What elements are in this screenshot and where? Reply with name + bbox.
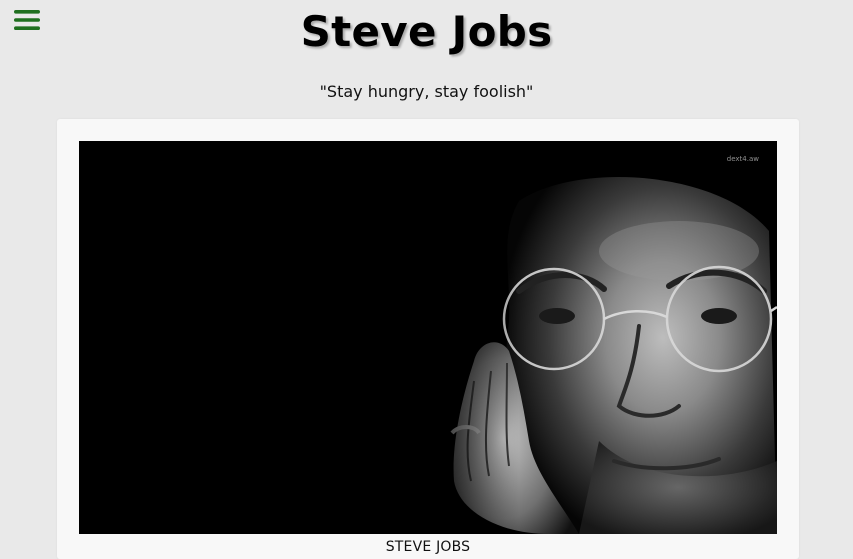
image-watermark: dext4.aw (726, 155, 759, 163)
page-title: Steve Jobs (300, 7, 553, 56)
image-card: dext4.aw STEVE JOBS (57, 119, 799, 559)
portrait-illustration (79, 141, 777, 534)
page: { "header": { "menu_icon": "hamburger-me… (0, 0, 853, 559)
tagline-quote: "Stay hungry, stay foolish" (319, 82, 534, 101)
portrait-photo: dext4.aw (79, 141, 777, 534)
image-caption: STEVE JOBS (385, 539, 471, 555)
